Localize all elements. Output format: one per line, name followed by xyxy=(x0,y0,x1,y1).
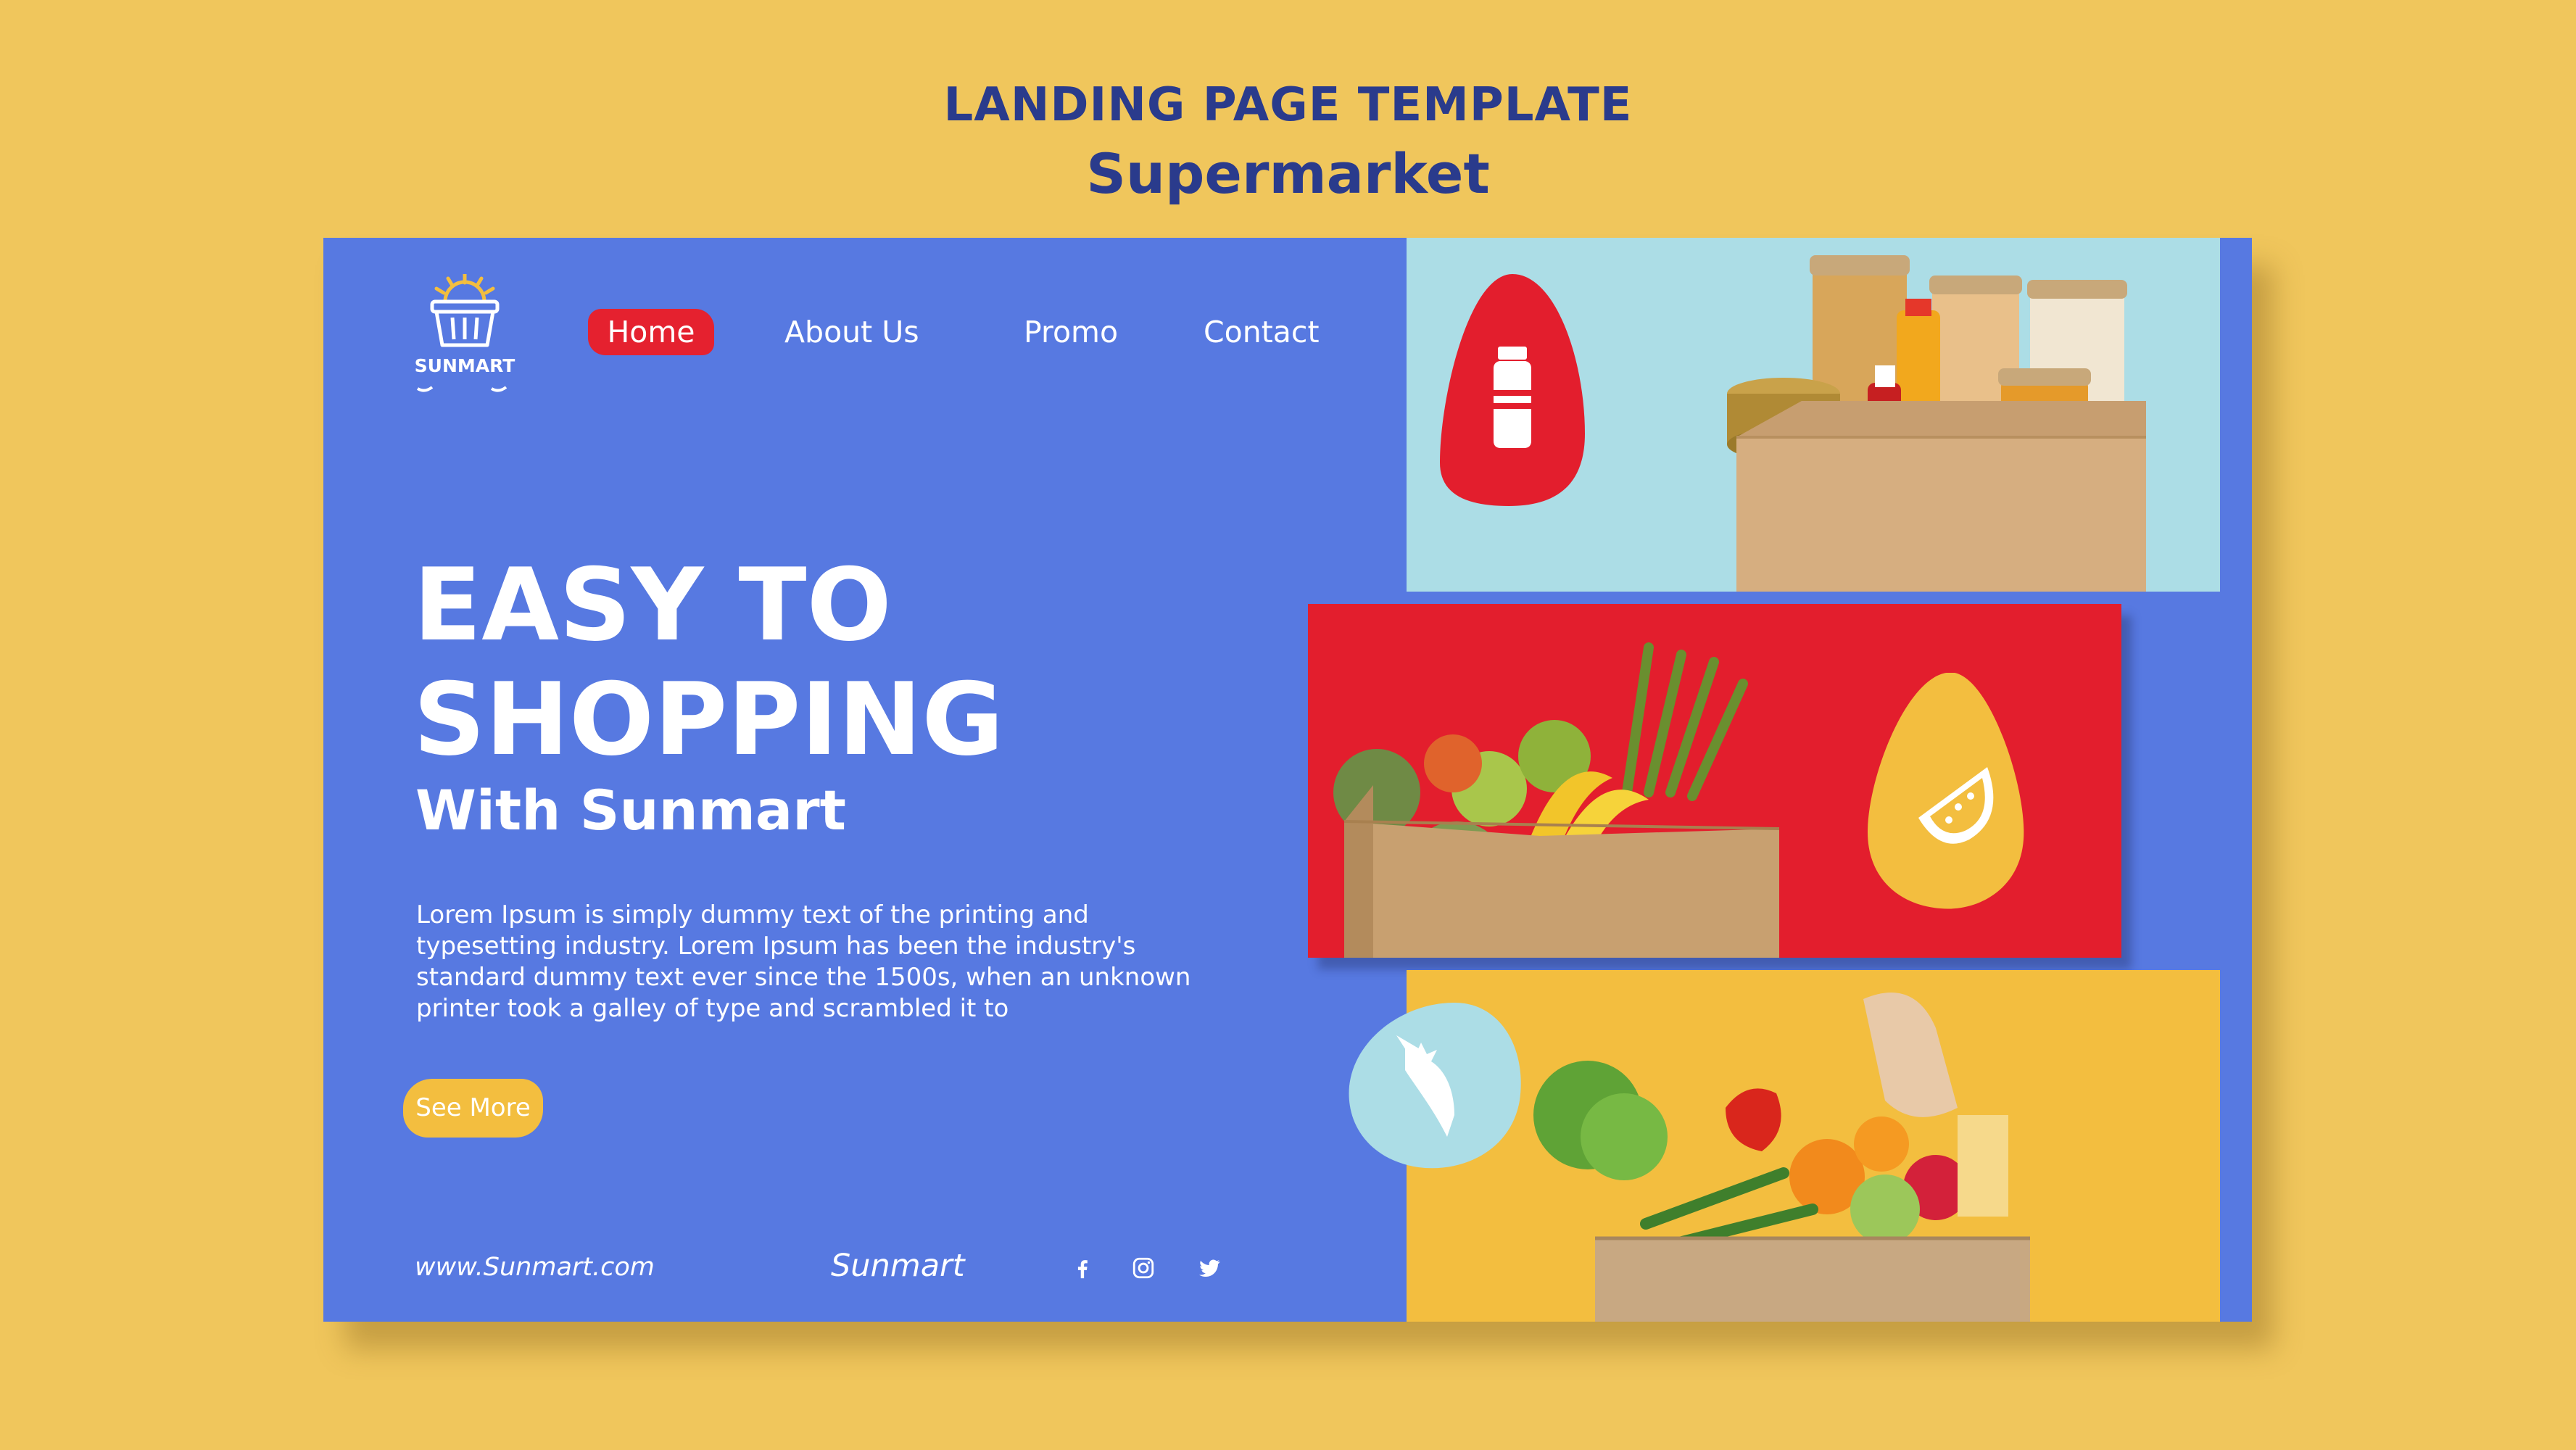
instagram-icon[interactable] xyxy=(1131,1256,1156,1280)
bottle-icon xyxy=(1440,274,1585,506)
basket-sun-icon xyxy=(430,272,500,347)
nav-promo[interactable]: Promo xyxy=(1024,309,1118,355)
landing-page-mockup: SUNMART Home About Us Promo Contact EASY… xyxy=(323,238,2252,1322)
watermelon-slice-icon xyxy=(1868,673,2024,909)
see-more-button[interactable]: See More xyxy=(403,1079,543,1138)
footer-brand: Sunmart xyxy=(831,1248,965,1284)
hero-subheading: With Sunmart xyxy=(415,778,847,842)
nav-about-us[interactable]: About Us xyxy=(784,309,919,355)
hero-panel: SUNMART Home About Us Promo Contact EASY… xyxy=(323,238,1407,1322)
hero-heading-line2: SHOPPING xyxy=(413,661,1004,778)
facebook-icon[interactable] xyxy=(1070,1256,1095,1280)
hero-body-text: Lorem Ipsum is simply dummy text of the … xyxy=(416,900,1191,1023)
grocery-box-illustration xyxy=(1407,970,2220,1322)
logo[interactable]: SUNMART xyxy=(410,272,519,397)
nav-home[interactable]: Home xyxy=(588,309,714,355)
right-edge-strip xyxy=(2220,238,2252,592)
nav-contact[interactable]: Contact xyxy=(1204,309,1320,355)
presentation-title: LANDING PAGE TEMPLATE xyxy=(943,78,1633,132)
footer-url-link[interactable]: www.Sunmart.com xyxy=(415,1253,655,1282)
carrot-icon xyxy=(1349,1003,1521,1169)
twitter-icon[interactable] xyxy=(1197,1256,1222,1280)
logo-text: SUNMART xyxy=(414,355,515,376)
hero-heading-line1: EASY TO xyxy=(413,547,892,663)
presentation-subtitle: Supermarket xyxy=(1086,141,1490,206)
product-image-groceries xyxy=(1407,970,2220,1322)
logo-underline-decoration xyxy=(416,386,508,392)
